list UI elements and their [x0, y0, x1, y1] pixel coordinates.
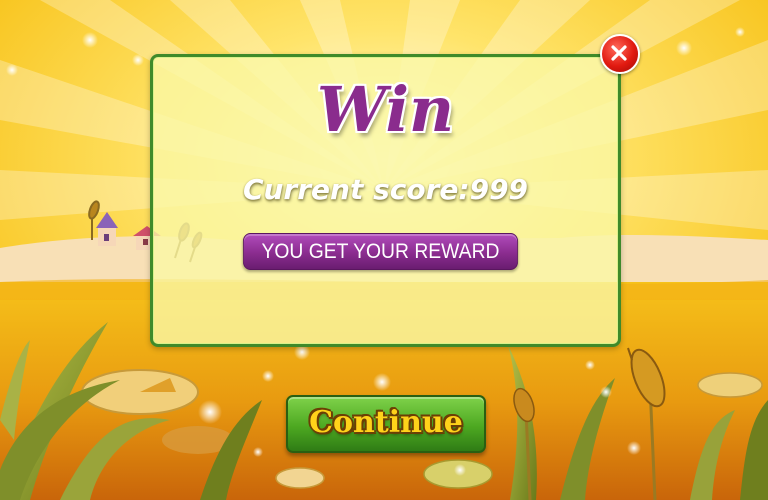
win-title: Win [316, 73, 455, 146]
score-label: Current score: [242, 173, 470, 206]
continue-label: Continue [309, 405, 463, 440]
reward-banner: YOU GET YOUR REWARD [242, 233, 519, 270]
score-value: 999 [469, 173, 529, 206]
close-icon [611, 45, 627, 61]
game-screen: Win Current score:999 YOU GET YOUR REWAR… [0, 0, 768, 500]
continue-button[interactable]: Continue [286, 395, 486, 453]
close-button[interactable] [600, 34, 640, 74]
win-dialog: Win Current score:999 YOU GET YOUR REWAR… [150, 54, 621, 347]
score-line: Current score:999 [153, 173, 618, 206]
